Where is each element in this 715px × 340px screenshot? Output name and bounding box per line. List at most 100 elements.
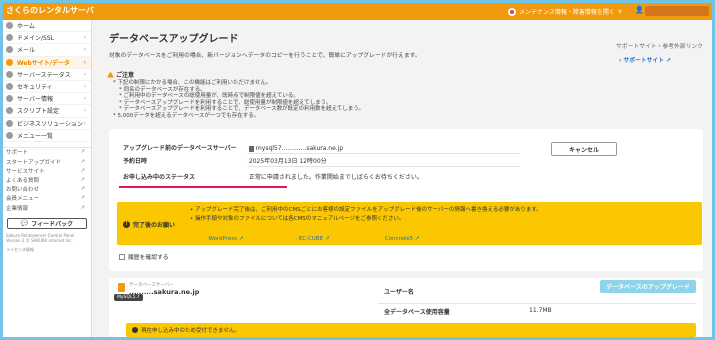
support-site-label: サポートサイト	[623, 58, 665, 64]
external-link-icon: ↗	[80, 186, 85, 193]
website-icon	[6, 58, 13, 66]
info-row-date: 予約日時 2025年03月13日 12時00分	[123, 156, 327, 165]
cms-link-label: Concrete5	[384, 236, 414, 242]
sidebar-item-label: ドメイン/SSL	[17, 35, 54, 43]
sidebar-link-startup-guide[interactable]: スタートアップガイド ↗	[3, 157, 91, 166]
sidebar-link-service-site[interactable]: サービスサイト ↗	[3, 166, 91, 175]
notice-item: * ご利用中のデータベースの総使用量が、既時点で制限値を超えている。	[119, 93, 299, 100]
user-menu[interactable]	[645, 6, 709, 16]
pending-warning: 現在申し込み中のため受付できません。	[126, 323, 696, 337]
history-toggle[interactable]: 履歴を確認する	[119, 252, 169, 261]
business-icon	[6, 119, 13, 127]
sidebar-item-label: サーバー情報	[17, 96, 53, 104]
status-underline	[119, 186, 287, 188]
sidebar-item-label: ビジネスソリューション	[17, 120, 83, 128]
cms-link-eccube[interactable]: · EC-CUBE ↗	[295, 236, 329, 242]
sidebar-item-business[interactable]: ビジネスソリューション ›	[3, 118, 91, 130]
date-label: 予約日時	[123, 158, 148, 165]
support-site-link[interactable]: › サポートサイト ↗	[619, 55, 671, 64]
server-icon	[6, 95, 13, 103]
chevron-right-icon: ›	[83, 58, 86, 66]
sidebar-link-support[interactable]: サポート ↗	[3, 148, 91, 157]
caution-line: • 操作手順や対象のファイルについては各CMSのマニュアルページをご参照ください…	[190, 216, 405, 222]
notice-text: データベースアップグレードを利用することで、データベース数が既定の利用数を超えて…	[123, 106, 364, 113]
sidebar-link-company[interactable]: 企業情報 ↗	[3, 203, 91, 212]
top-bar: さくらのレンタルサーバ メンテナンス情報・障害情報を開く ∨ 👤	[3, 3, 712, 20]
chevron-right-icon: ›	[83, 82, 86, 90]
status-label: お申し込み中のステータス	[123, 174, 196, 181]
chevron-right-icon: ›	[83, 119, 86, 127]
db-server-text: mysql57.............sakura.ne.jp	[255, 145, 344, 152]
sidebar-item-server-info[interactable]: サーバー情報 ›	[3, 93, 91, 106]
notice-text: 5,000データを超えるデータベースが一つでも存在する。	[117, 112, 260, 119]
chevron-right-icon: ›	[83, 70, 86, 78]
status-icon	[6, 70, 13, 78]
upgrade-button[interactable]: データベースのアップグレード	[600, 280, 696, 293]
sidebar-item-domain[interactable]: ドメイン/SSL ›	[3, 32, 91, 45]
shield-icon	[6, 83, 13, 91]
feedback-button[interactable]: 💬 フィードバック	[7, 218, 87, 230]
sidebar-link-faq[interactable]: よくある質問 ↗	[3, 175, 91, 184]
brand-logo[interactable]: さくらのレンタルサーバ	[6, 5, 94, 16]
notice-item: * 5,000データを超えるデータベースが一つでも存在する。	[113, 112, 260, 119]
chevron-right-icon: ›	[83, 107, 86, 115]
notice-title: ご注意	[116, 72, 135, 79]
sidebar-link-label: 会員メニュー	[6, 196, 40, 203]
sidebar-link-member-menu[interactable]: 会員メニュー ↗	[3, 194, 91, 203]
cancel-button[interactable]: キャンセル	[551, 142, 617, 156]
sidebar-item-home[interactable]: ホーム	[3, 20, 91, 33]
sidebar-link-contact[interactable]: お問い合わせ ↗	[3, 185, 91, 194]
cms-link-concrete5[interactable]: · Concrete5 ↗	[381, 236, 419, 242]
home-icon	[6, 22, 13, 30]
sidebar-link-label: 企業情報	[6, 205, 29, 212]
divider	[247, 153, 520, 154]
sidebar-link-label: スタートアップガイド	[6, 159, 62, 166]
sidebar-item-server-status[interactable]: サーバーステータス ›	[3, 69, 91, 81]
cms-link-wordpress[interactable]: · WordPress ↗	[205, 236, 243, 242]
notice-text: 下記の制限にかかる場合、この機能はご利用いただけません。	[117, 80, 272, 86]
license-link[interactable]: ライセンス情報	[3, 247, 91, 252]
main-content: データベースアップグレード 対象のデータベースをご利用の場合、新バージョンへデー…	[93, 20, 712, 337]
caution-box: ! 完了後のお願い • アップグレード完了後は、ご利用中のCMSごとにお客様の設…	[117, 202, 702, 245]
sidebar-link-label: よくある質問	[6, 178, 40, 185]
info-icon	[132, 327, 138, 333]
user-name-label: ユーザー名	[384, 289, 414, 296]
caution-heading: ! 完了後のお願い	[123, 220, 175, 229]
maintenance-link[interactable]: メンテナンス情報・障害情報を開く ∨	[508, 7, 622, 16]
caution-line-text: アップグレード完了後は、ご利用中のCMSごとにお客様の設定ファイルをアップグレー…	[195, 207, 542, 213]
maintenance-label: メンテナンス情報・障害情報を開く	[519, 9, 615, 16]
page-title: データベースアップグレード	[109, 34, 239, 45]
user-icon: 👤	[635, 6, 644, 14]
chevron-right-icon: ›	[83, 95, 86, 103]
cms-links: · WordPress ↗ · EC-CUBE ↗ · Concrete5 ↗	[205, 236, 419, 242]
sidebar-item-website[interactable]: Webサイト/データ ›	[3, 56, 91, 69]
alert-icon	[508, 7, 516, 16]
notice-text: 同名のデータベースが存在する。	[123, 86, 206, 93]
sidebar-link-label: お問い合わせ	[6, 187, 40, 194]
sidebar-item-mail[interactable]: メール ›	[3, 44, 91, 57]
sidebar-item-script[interactable]: スクリプト設定 ›	[3, 105, 91, 118]
sidebar-item-menu-list[interactable]: メニュー一覧	[3, 130, 91, 142]
sidebar-item-security[interactable]: セキュリティ ›	[3, 81, 91, 94]
chat-icon: 💬	[20, 220, 29, 228]
sidebar-item-label: Webサイト/データ	[17, 59, 70, 67]
external-link-icon: ↗	[80, 158, 85, 165]
mail-icon	[6, 46, 13, 54]
history-checkbox[interactable]	[119, 253, 125, 260]
support-heading: サポートサイト・参考外部リンク	[616, 44, 703, 50]
external-link-icon: ↗	[80, 149, 85, 156]
date-value: 2025年03月13日 12時00分	[248, 158, 327, 165]
external-link-icon: ↗	[80, 167, 85, 174]
mysql-version-badge: MySQL5.7	[114, 294, 143, 301]
sidebar-item-label: セキュリティ	[17, 84, 53, 92]
notice-item: * 下記の制限にかかる場合、この機能はご利用いただけません。	[113, 80, 272, 86]
history-label: 履歴を確認する	[128, 255, 169, 261]
external-link-icon: ↗	[80, 195, 85, 202]
footer-line: Version 2 © SAKURA internet Inc.	[6, 238, 73, 244]
cms-link-label: WordPress	[208, 236, 238, 242]
database-card: データベースサーバー ..........sakura.ne.jp MySQL5…	[109, 278, 703, 337]
chevron-right-icon: ›	[83, 34, 86, 42]
database-icon	[118, 283, 125, 292]
sidebar-link-label: サポート	[6, 150, 29, 157]
sidebar: ホーム ドメイン/SSL › メール › Webサイト/データ › サーバーステ…	[3, 20, 92, 337]
